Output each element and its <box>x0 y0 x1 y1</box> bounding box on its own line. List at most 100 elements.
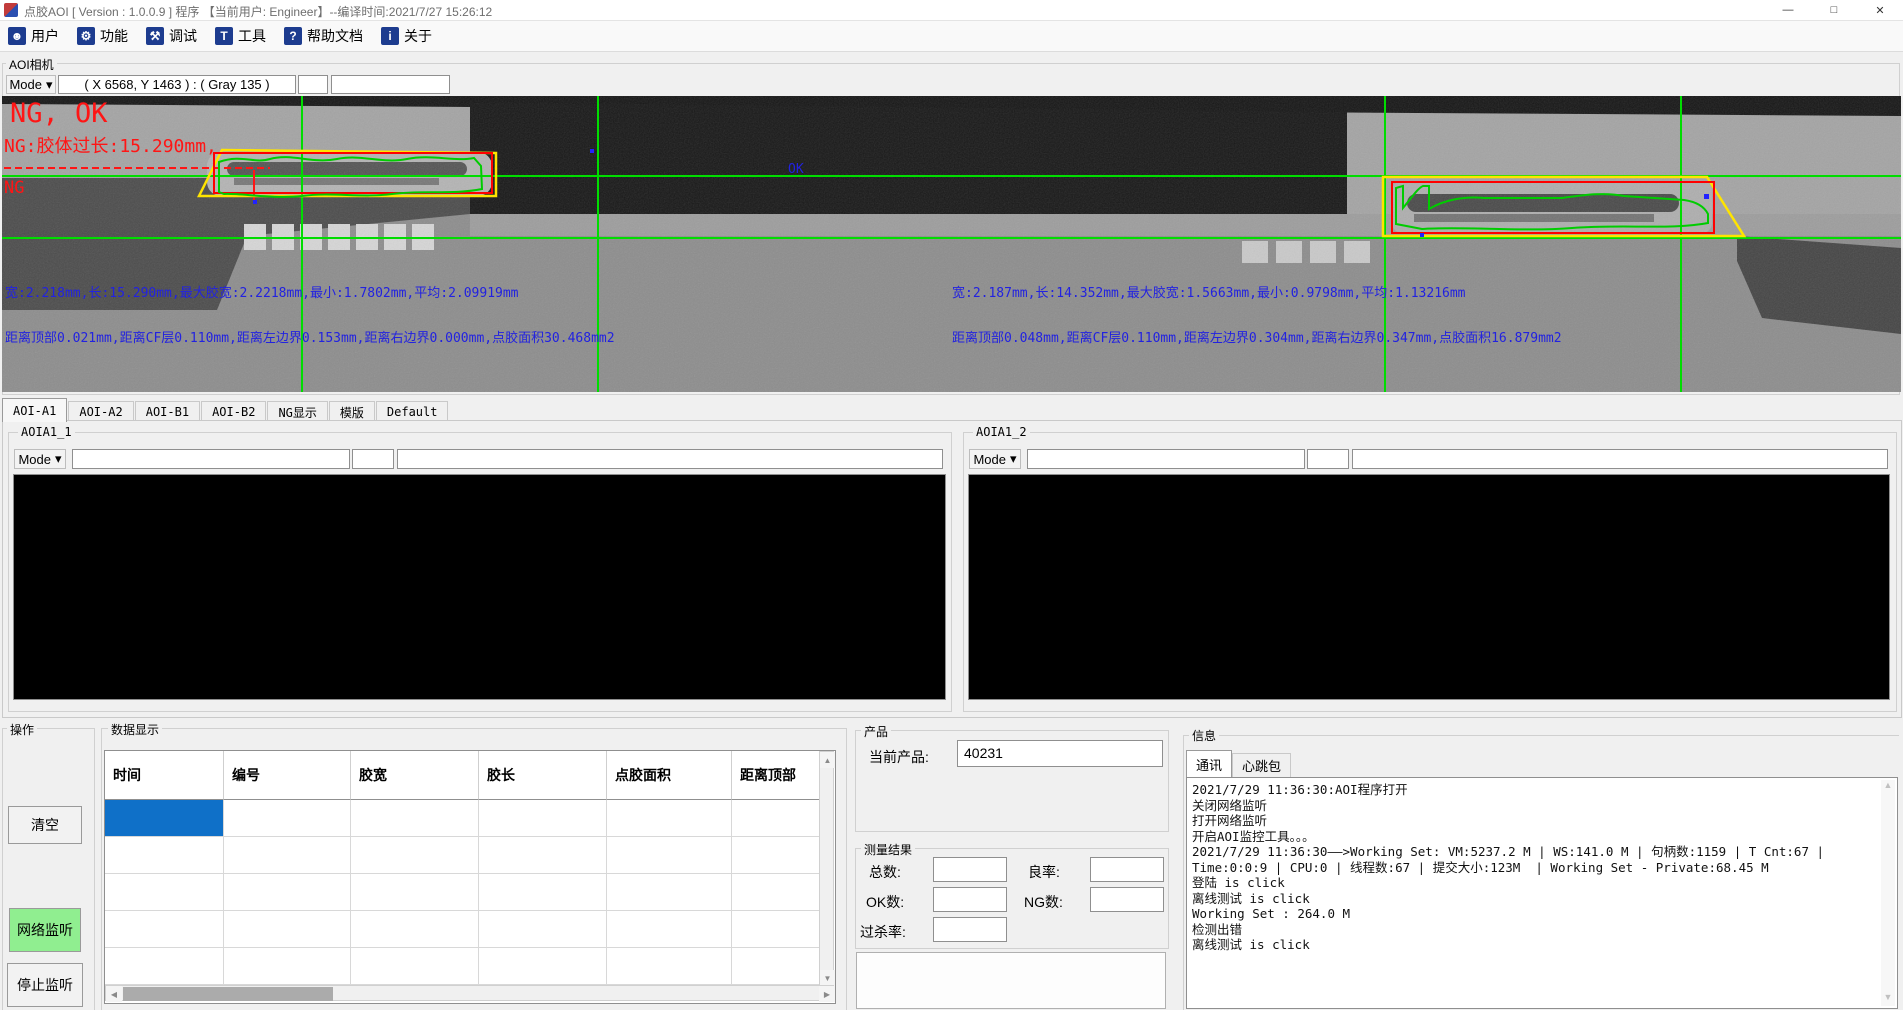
table-cell[interactable] <box>224 837 351 874</box>
comm-log-panel[interactable]: 2021/7/29 11:36:30:AOI程序打开 关闭网络监听 打开网络监听… <box>1186 777 1898 1009</box>
toolbar-item-label: 用户 <box>31 26 59 46</box>
table-cell[interactable] <box>224 948 351 985</box>
current-product-field[interactable]: 40231 <box>957 740 1163 767</box>
camera-photo <box>2 96 1901 392</box>
table-cell[interactable] <box>105 874 224 911</box>
aoia1-1-field-3[interactable] <box>397 449 943 469</box>
inspection-result-text: NG, OK <box>10 98 108 129</box>
table-cell[interactable] <box>732 874 819 911</box>
column-header-top-distance[interactable]: 距离顶部 <box>732 751 819 800</box>
scroll-up-icon[interactable]: ▲ <box>820 752 835 768</box>
table-cell[interactable] <box>224 800 351 837</box>
table-cell[interactable] <box>105 948 224 985</box>
tab-ng-display[interactable]: NG显示 <box>267 401 327 422</box>
column-header-id[interactable]: 编号 <box>224 751 351 800</box>
tab-aoi-b2[interactable]: AOI-B2 <box>201 401 266 422</box>
tab-aoi-b1[interactable]: AOI-B1 <box>135 401 200 422</box>
camera-image-view[interactable]: NG, OK NG:胶体过长:15.290mm, NG OK 宽:2.218mm… <box>2 96 1901 392</box>
ng-count-field <box>1090 887 1164 912</box>
table-cell[interactable] <box>105 837 224 874</box>
table-vscrollbar[interactable]: ▲ ▼ <box>819 751 834 985</box>
table-cell[interactable] <box>351 800 479 837</box>
aoia1-2-field-3[interactable] <box>1352 449 1888 469</box>
hscroll-thumb[interactable] <box>123 987 333 1001</box>
stop-listen-button[interactable]: 停止监听 <box>7 963 83 1007</box>
tab-aoi-a2[interactable]: AOI-A2 <box>68 401 133 422</box>
toolbar-item-user[interactable]: ☻ 用户 <box>8 26 59 46</box>
scroll-up-icon[interactable]: ▲ <box>1881 780 1895 794</box>
table-cell[interactable] <box>224 874 351 911</box>
wrench-icon: ⚒ <box>146 27 164 45</box>
camera-mode-dropdown[interactable]: Mode ▾ <box>6 75 56 94</box>
table-cell[interactable] <box>351 948 479 985</box>
dispensing-aoi-app: { "window": { "title": "点胶AOI [ Version … <box>0 0 1903 1009</box>
tab-default[interactable]: Default <box>376 401 449 422</box>
table-cell[interactable] <box>479 911 607 948</box>
log-line: 登陆 is click <box>1192 875 1877 891</box>
table-cell[interactable] <box>607 837 732 874</box>
table-cell[interactable] <box>607 911 732 948</box>
aoia1-1-label: AOIA1_1 <box>18 425 75 439</box>
aoia1-1-mode-dropdown[interactable]: Mode ▾ <box>14 449 66 469</box>
close-button[interactable]: ✕ <box>1857 0 1903 20</box>
toolbar-item-about[interactable]: i 关于 <box>381 26 432 46</box>
clear-button[interactable]: 清空 <box>8 806 82 844</box>
camera-aux-field-1[interactable] <box>298 75 328 94</box>
aoia1-2-field-1[interactable] <box>1027 449 1305 469</box>
column-header-glue-length[interactable]: 胶长 <box>479 751 607 800</box>
aoia1-1-field-2[interactable] <box>352 449 394 469</box>
toolbar-item-label: 工具 <box>238 26 266 46</box>
tab-comm[interactable]: 通讯 <box>1186 750 1232 777</box>
table-cell[interactable] <box>224 911 351 948</box>
scroll-down-icon[interactable]: ▼ <box>1881 992 1895 1006</box>
table-cell[interactable] <box>732 800 819 837</box>
table-cell[interactable] <box>732 911 819 948</box>
toolbar-item-help[interactable]: ? 帮助文档 <box>284 26 363 46</box>
tab-aoi-a1[interactable]: AOI-A1 <box>2 398 67 422</box>
log-vscrollbar[interactable]: ▲ ▼ <box>1881 780 1895 1006</box>
table-cell[interactable] <box>479 874 607 911</box>
aoia1-2-image-view[interactable] <box>968 474 1890 700</box>
table-cell[interactable] <box>607 874 732 911</box>
chevron-down-icon: ▾ <box>46 77 53 93</box>
aoia1-2-field-2[interactable] <box>1307 449 1349 469</box>
column-header-area[interactable]: 点胶面积 <box>607 751 732 800</box>
table-cell[interactable] <box>607 948 732 985</box>
table-cell[interactable] <box>479 948 607 985</box>
table-cell[interactable] <box>732 837 819 874</box>
network-listen-button[interactable]: 网络监听 <box>9 908 81 952</box>
table-cell[interactable] <box>479 800 607 837</box>
column-header-time[interactable]: 时间 <box>105 751 224 800</box>
minimize-button[interactable]: — <box>1765 0 1811 20</box>
aoia1-1-field-1[interactable] <box>72 449 350 469</box>
data-table[interactable]: 时间 编号 胶宽 胶长 点胶面积 距离顶部 ▲ ▼ ◀ ▶ <box>104 750 836 1004</box>
aoia1-1-image-view[interactable] <box>13 474 946 700</box>
tab-template[interactable]: 模版 <box>329 401 375 422</box>
toolbar-item-function[interactable]: ⚙ 功能 <box>77 26 128 46</box>
column-header-glue-width[interactable]: 胶宽 <box>351 751 479 800</box>
aoia1-2-mode-dropdown[interactable]: Mode ▾ <box>969 449 1021 469</box>
table-cell[interactable] <box>479 837 607 874</box>
table-cell[interactable] <box>105 911 224 948</box>
scroll-left-icon[interactable]: ◀ <box>106 986 122 1002</box>
scroll-right-icon[interactable]: ▶ <box>819 986 835 1002</box>
toolbar-item-tools[interactable]: T 工具 <box>215 26 266 46</box>
table-cell[interactable] <box>351 837 479 874</box>
maximize-button[interactable]: □ <box>1811 0 1857 20</box>
right-stats-line1: 宽:2.187mm,长:14.352mm,最大胶宽:1.5663mm,最小:0.… <box>952 282 1466 301</box>
toolbar-item-label: 帮助文档 <box>307 26 363 46</box>
tab-heartbeat[interactable]: 心跳包 <box>1232 753 1291 777</box>
title-bar[interactable]: 点胶AOI [ Version : 1.0.0.9 ] 程序 【当前用户: En… <box>0 0 1903 21</box>
toolbar-item-debug[interactable]: ⚒ 调试 <box>146 26 197 46</box>
yield-field <box>1090 857 1164 882</box>
camera-aux-field-2[interactable] <box>331 75 450 94</box>
scroll-down-icon[interactable]: ▼ <box>820 970 835 986</box>
table-hscrollbar[interactable]: ◀ ▶ <box>105 985 834 1001</box>
table-cell-selected[interactable] <box>105 800 224 837</box>
table-cell[interactable] <box>351 874 479 911</box>
log-line: Working Set : 264.0 M <box>1192 906 1877 922</box>
camera-mode-label: Mode <box>9 77 42 92</box>
table-cell[interactable] <box>607 800 732 837</box>
table-cell[interactable] <box>351 911 479 948</box>
table-cell[interactable] <box>732 948 819 985</box>
